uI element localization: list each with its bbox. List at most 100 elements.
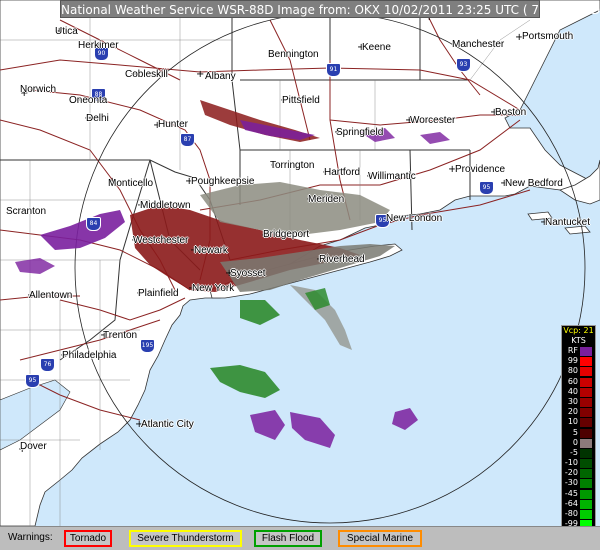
legend-row: -64: [562, 499, 595, 509]
city-label: Philadelphia: [62, 350, 117, 361]
warnings-bar: Warnings: Tornado Severe Thunderstorm Fl…: [0, 526, 600, 550]
city-label: Keene: [362, 42, 391, 53]
velocity-legend: Vcp: 21 KTS RF 99 80 60 40 30 20 10 5 0 -5 -10 -20 -3…: [561, 325, 596, 547]
city-label: Bennington: [268, 49, 319, 60]
svg-text:+: +: [196, 69, 204, 80]
radar-frame: + + + + + + + + + + + + + + + + + + + + + + + + + + + + + + …: [0, 0, 600, 550]
city-label: Allentown: [29, 290, 73, 301]
interstate-shield: 84: [86, 217, 101, 231]
interstate-shield: 95: [479, 181, 494, 195]
warning-severe-thunderstorm[interactable]: Severe Thunderstorm: [129, 530, 242, 547]
legend-swatch: [580, 448, 592, 458]
legend-swatch: [580, 408, 592, 418]
interstate-shield: 91: [326, 63, 341, 77]
city-label: Trenton: [103, 330, 138, 341]
legend-value: 40: [567, 386, 578, 396]
city-label: Meriden: [308, 194, 345, 205]
legend-row: -30: [562, 478, 595, 489]
legend-value: RF: [567, 346, 578, 355]
legend-value: -64: [564, 498, 578, 508]
city-label: Willimantic: [368, 171, 416, 182]
legend-value: -30: [564, 478, 578, 488]
legend-value: 5: [572, 427, 578, 437]
legend-value: 10: [567, 417, 578, 427]
legend-value: 80: [567, 366, 578, 376]
legend-value: -20: [564, 468, 578, 478]
city-label: Newark: [194, 245, 228, 256]
city-label: Albany: [205, 71, 236, 82]
city-label: Manchester: [452, 39, 505, 50]
image-title: National Weather Service WSR-88D Image f…: [60, 0, 600, 18]
legend-unit: KTS: [571, 336, 586, 345]
interstate-shield: 93: [456, 58, 471, 72]
interstate-shield: 195: [140, 339, 155, 353]
legend-swatch: [580, 397, 592, 407]
city-label: Springfield: [336, 127, 384, 138]
city-label: Oneonta: [69, 95, 108, 106]
legend-swatch: [580, 367, 592, 377]
legend-swatch: [580, 438, 592, 448]
legend-value: -5: [570, 447, 578, 457]
city-label: Pittsfield: [282, 95, 320, 106]
warning-tornado[interactable]: Tornado: [64, 530, 112, 547]
legend-row: 0: [562, 438, 595, 448]
city-label: Syosset: [230, 268, 266, 279]
city-label: Delhi: [86, 113, 109, 124]
interstate-shield: 76: [40, 358, 55, 372]
city-label: Atlantic City: [141, 419, 194, 430]
legend-row: -10: [562, 458, 595, 469]
legend-value: 99: [567, 356, 578, 366]
legend-row: RF: [562, 346, 595, 356]
legend-value: -10: [564, 458, 578, 468]
city-label: Cobleskill: [125, 69, 168, 80]
city-label: Portsmouth: [522, 31, 574, 42]
legend-row: -45: [562, 489, 595, 499]
legend-value: 60: [567, 376, 578, 386]
city-label: Monticello: [108, 178, 154, 189]
city-label: Middletown: [140, 200, 191, 211]
legend-row: 20: [562, 407, 595, 418]
legend-swatch: [580, 418, 592, 428]
legend-value: 0: [572, 437, 578, 447]
warning-special-marine[interactable]: Special Marine: [338, 530, 422, 547]
legend-swatch: [580, 387, 592, 397]
city-label: Riverhead: [319, 254, 365, 265]
city-label: Westchester: [133, 235, 189, 246]
city-label: Norwich: [20, 84, 57, 95]
legend-value: 20: [567, 407, 578, 417]
city-label: Nantucket: [545, 217, 591, 228]
city-label: Plainfield: [138, 288, 179, 299]
city-label: Boston: [495, 107, 527, 118]
legend-row: 99: [562, 356, 595, 367]
legend-row: -80: [562, 509, 595, 519]
radar-map: +++ +++ +++ + + + ++ + ++ + ++ + ++ + ++ + + ++ …: [0, 0, 600, 526]
legend-row: 80: [562, 366, 595, 377]
city-label: New York: [192, 283, 235, 294]
legend-row: -5: [562, 448, 595, 458]
legend-swatch: [580, 499, 592, 509]
interstate-shield: 95: [25, 374, 40, 388]
city-label: Worcester: [410, 115, 456, 126]
legend-swatch: [580, 489, 592, 499]
city-label: New London: [386, 213, 443, 224]
legend-swatch: [580, 357, 592, 367]
interstate-shield: 87: [180, 133, 195, 147]
legend-vcp: Vcp: 21: [563, 326, 594, 335]
warning-flash-flood[interactable]: Flash Flood: [254, 530, 322, 547]
legend-swatch: [580, 479, 592, 489]
city-label: Poughkeepsie: [191, 176, 255, 187]
city-label: Hunter: [158, 119, 189, 130]
legend-swatch: [580, 459, 592, 469]
city-label: Torrington: [270, 160, 315, 171]
legend-swatch: [580, 469, 592, 479]
city-label: Dover: [20, 441, 47, 452]
legend-row: 60: [562, 377, 595, 387]
legend-value: -45: [564, 488, 578, 498]
city-label: Bridgeport: [263, 229, 310, 240]
city-label: Scranton: [6, 206, 47, 217]
legend-swatch: [580, 510, 592, 519]
city-label: Utica: [55, 26, 78, 37]
legend-value: -80: [564, 509, 578, 518]
legend-swatch: [580, 347, 592, 356]
legend-swatch: [580, 428, 592, 438]
